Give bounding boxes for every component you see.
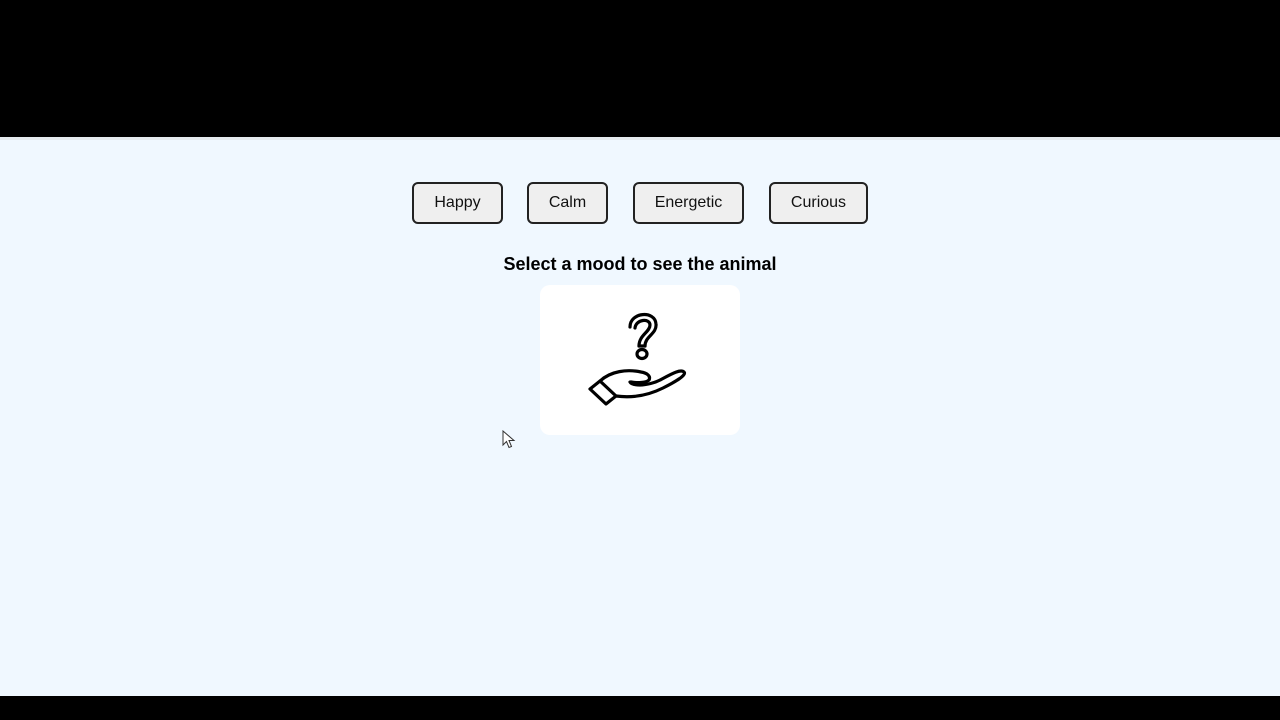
mood-page: Happy Calm Energetic Curious Select a mo… [0,137,1280,696]
animal-display-card [540,285,740,435]
question-hand-icon [588,313,687,406]
bottom-black-band [0,696,1280,720]
mouse-cursor-icon [502,430,516,449]
mood-button-curious[interactable]: Curious [769,182,868,224]
mood-prompt-text: Select a mood to see the animal [503,254,777,274]
mood-button-happy[interactable]: Happy [412,182,503,224]
top-black-band [0,0,1280,137]
mood-button-calm[interactable]: Calm [527,182,608,224]
mood-button-energetic[interactable]: Energetic [633,182,744,224]
